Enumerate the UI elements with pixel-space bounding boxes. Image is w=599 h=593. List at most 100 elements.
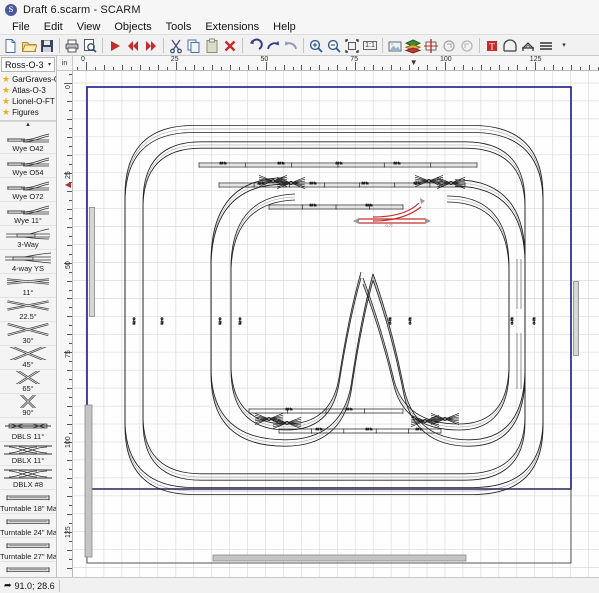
menu-objects[interactable]: Objects xyxy=(107,21,158,33)
library-part-item[interactable]: 3-Way xyxy=(0,226,56,250)
menu-help[interactable]: Help xyxy=(266,21,303,33)
track-pieces[interactable]: 10 in 10 in 10 in 10 in11 in 10 in 10 in 10 in… xyxy=(124,125,544,495)
library-part-item[interactable]: Turntable 18" Ma xyxy=(0,490,56,514)
library-part-item[interactable]: 4-way YS xyxy=(0,250,56,274)
ruler-tick xyxy=(130,67,132,70)
play-forward-icon[interactable] xyxy=(106,37,124,55)
menu-extensions[interactable]: Extensions xyxy=(198,21,266,33)
copy-icon[interactable] xyxy=(185,37,203,55)
menu-view[interactable]: View xyxy=(70,21,108,33)
rotate-right-icon[interactable] xyxy=(458,37,476,55)
library-part-item[interactable]: Turntable 33" Ma xyxy=(0,562,56,577)
track-library-panel: Ross-O-3 ▾ ★ GarGraves-O ★ Atlas-O-3 ★ Lionel… xyxy=(0,56,57,577)
ruler-tick xyxy=(67,118,72,120)
library-part-item[interactable]: DBLX #8 xyxy=(0,466,56,490)
menu-file[interactable]: File xyxy=(5,21,37,33)
menu-edit[interactable]: Edit xyxy=(37,21,70,33)
library-favorite-item[interactable]: ★ GarGraves-O xyxy=(0,74,56,85)
vertical-ruler[interactable]: 0 25 50 75 100 125 ◀ xyxy=(57,71,73,577)
new-document-icon[interactable] xyxy=(2,37,20,55)
library-part-item[interactable]: Turntable 27" Ma xyxy=(0,538,56,562)
rotate-left-icon[interactable] xyxy=(440,37,458,55)
library-favorite-item[interactable]: ★ Atlas-O-3 xyxy=(0,85,56,96)
bridge-icon[interactable] xyxy=(519,37,537,55)
flip-vertical-icon[interactable] xyxy=(422,37,440,55)
toolbar-separator xyxy=(479,38,480,53)
library-parts-list[interactable]: ▲ Wye O42 Wye O54 Wye O72 Wye 11° 3-Way 4-way… xyxy=(0,121,56,577)
paste-icon[interactable] xyxy=(203,37,221,55)
zoom-out-icon[interactable] xyxy=(325,37,343,55)
library-part-item[interactable]: 22.5° xyxy=(0,298,56,322)
horizontal-ruler[interactable]: 0 25 50 75 100 125 ▼ xyxy=(73,56,599,71)
zoom-in-icon[interactable] xyxy=(307,37,325,55)
library-favorite-item[interactable]: ★ Lionel-O-FT xyxy=(0,96,56,107)
library-scroll-up-icon[interactable]: ▲ xyxy=(0,122,56,130)
ruler-tick xyxy=(69,235,72,237)
ruler-tick xyxy=(454,67,455,70)
track-crossing-icon xyxy=(0,395,56,408)
ruler-tick xyxy=(67,513,72,515)
library-part-item[interactable]: 65° xyxy=(0,370,56,394)
library-part-label: 11° xyxy=(22,288,34,297)
ruler-tick xyxy=(69,451,72,452)
ruler-unit-label[interactable]: in xyxy=(57,56,73,71)
library-part-item[interactable]: DBLS 11° xyxy=(0,418,56,442)
library-part-item[interactable]: Wye 11° xyxy=(0,202,56,226)
library-part-item[interactable]: 90° xyxy=(0,394,56,418)
ruler-tick xyxy=(67,334,72,336)
library-part-item[interactable]: Wye O72 xyxy=(0,178,56,202)
canvas-vertical-guide-left[interactable] xyxy=(89,207,95,317)
layers-icon[interactable] xyxy=(404,37,422,55)
zoom-actual-size-icon[interactable]: 1:1 xyxy=(361,37,379,55)
track-plan-canvas[interactable]: 10 in 10 in 10 in 10 in 11 in 10 in 10 in 10 in… xyxy=(73,71,599,577)
delete-x-icon[interactable] xyxy=(221,37,239,55)
print-preview-icon[interactable] xyxy=(81,37,99,55)
redo-forward-icon[interactable] xyxy=(282,37,300,55)
ruler-tick xyxy=(480,65,482,70)
track-crossing-icon xyxy=(0,371,56,384)
redo-arc-icon[interactable] xyxy=(264,37,282,55)
ruler-tick xyxy=(69,271,72,273)
horizontal-ruler-cursor-marker: ▼ xyxy=(409,58,418,67)
ruler-tick xyxy=(69,74,72,75)
library-part-item[interactable]: Turntable 24" Ma xyxy=(0,514,56,538)
print-icon[interactable] xyxy=(63,37,81,55)
ruler-label: 0 xyxy=(65,85,72,89)
ruler-tick xyxy=(507,67,509,70)
library-part-item[interactable]: 11° xyxy=(0,274,56,298)
library-part-item[interactable]: Wye O54 xyxy=(0,154,56,178)
menu-tools[interactable]: Tools xyxy=(159,21,199,33)
rewind-icon[interactable] xyxy=(124,37,142,55)
library-part-item[interactable]: 45° xyxy=(0,346,56,370)
ruler-tick xyxy=(463,65,464,70)
turnout-cluster[interactable] xyxy=(410,414,440,428)
roadbed-icon[interactable] xyxy=(537,37,555,55)
library-part-item[interactable]: DBLX 11° xyxy=(0,442,56,466)
text-tool-icon[interactable]: T xyxy=(483,37,501,55)
undo-icon[interactable] xyxy=(246,37,264,55)
save-disk-icon[interactable] xyxy=(38,37,56,55)
library-part-item[interactable]: Wye O42 xyxy=(0,130,56,154)
library-favorite-item[interactable]: ★ Figures xyxy=(0,107,56,118)
ruler-tick xyxy=(69,433,72,435)
tunnel-icon[interactable] xyxy=(501,37,519,55)
fast-forward-icon[interactable] xyxy=(142,37,160,55)
ruler-tick xyxy=(238,67,240,70)
library-part-label: 22.5° xyxy=(19,312,37,321)
library-part-item[interactable]: 30° xyxy=(0,322,56,346)
open-folder-icon[interactable] xyxy=(20,37,38,55)
zoom-fit-icon[interactable] xyxy=(343,37,361,55)
library-favorite-label: Lionel-O-FT xyxy=(12,97,55,106)
library-part-label: Turntable 24" Ma xyxy=(0,528,56,537)
ruler-tick xyxy=(364,67,366,70)
library-selector-dropdown[interactable]: Ross-O-3 ▾ xyxy=(1,57,55,72)
toolbar-overflow-chevron-icon[interactable]: ▾ xyxy=(555,37,573,55)
track-crossing-icon xyxy=(0,299,56,312)
library-part-label: DBLS 11° xyxy=(11,432,45,441)
canvas-vertical-guide-right[interactable] xyxy=(573,281,579,356)
ruler-tick xyxy=(69,217,72,219)
cut-scissors-icon[interactable] xyxy=(167,37,185,55)
canvas-drawing: 10 in 10 in 10 in 10 in11 in 10 in 10 in 10 in… xyxy=(73,71,599,577)
spur-tracks[interactable] xyxy=(516,259,522,389)
background-image-icon[interactable] xyxy=(386,37,404,55)
